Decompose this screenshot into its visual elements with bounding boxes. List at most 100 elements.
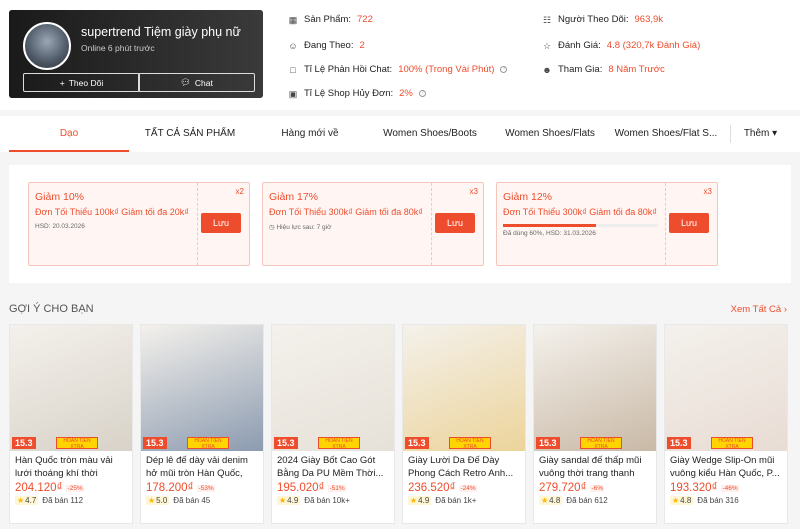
product-image[interactable]: 15.3 HOÀN TIỀN XTRA	[403, 325, 525, 451]
cart-icon: ▣	[288, 88, 298, 99]
sale-badge: 15.3	[536, 437, 560, 449]
product-name: Giày Lười Da Đế Dày Phong Cách Retro Anh…	[408, 455, 514, 479]
product-card[interactable]: 15.3 HOÀN TIỀN XTRA Giày sandal đế thấp …	[533, 324, 657, 524]
tab-new[interactable]: Hàng mới về	[260, 116, 360, 152]
rating: ★ 4.9	[277, 496, 301, 505]
person-icon: ☺	[288, 40, 298, 51]
follow-button[interactable]: + Theo Dõi	[23, 73, 140, 92]
sold-count: Đã bán 1k+	[435, 496, 477, 505]
tab-dao[interactable]: Dạo	[9, 116, 129, 152]
sold-count: Đã bán 612	[566, 496, 608, 505]
discount-badge: -46%	[721, 484, 739, 492]
shop-name: supertrend Tiệm giày phụ nữ	[81, 25, 241, 39]
discount-badge: -6%	[590, 484, 605, 492]
save-voucher-button[interactable]: Lưu	[435, 213, 475, 233]
chat-icon: □	[290, 64, 296, 75]
star-icon: ★	[410, 496, 418, 505]
product-image[interactable]: 15.3 HOÀN TIỀN XTRA	[141, 325, 263, 451]
person-add-icon: ☻	[542, 64, 552, 75]
rating: ★ 4.9	[408, 496, 432, 505]
product-name: 2024 Giày Bốt Cao Gót Bằng Da PU Mềm Thờ…	[277, 455, 384, 479]
product-card[interactable]: 15.3 HOÀN TIỀN XTRA Giày Wedge Slip-On m…	[664, 324, 788, 524]
tab-boots[interactable]: Women Shoes/Boots	[375, 116, 485, 152]
product-card[interactable]: 15.3 HOÀN TIỀN XTRA 2024 Giày Bốt Cao Gó…	[271, 324, 395, 524]
product-card[interactable]: 15.3 HOÀN TIỀN XTRA Giày Lười Da Đế Dày …	[402, 324, 526, 524]
voucher-card: Giảm 12% Đơn Tối Thiểu 300k₫ Giảm tối đa…	[496, 182, 718, 266]
tab-all-products[interactable]: TẤT CẢ SẢN PHẨM	[135, 116, 245, 152]
sold-count: Đã bán 316	[697, 496, 739, 505]
sold-count: Đã bán 112	[42, 496, 84, 505]
xtra-badge: HOÀN TIỀN XTRA	[711, 437, 753, 450]
usage-progress	[503, 224, 658, 227]
save-voucher-button[interactable]: Lưu	[669, 213, 709, 233]
product-card[interactable]: 15.3 HOÀN TIỀN XTRA Dép lê đế dày vải de…	[140, 324, 264, 524]
product-name: Giày sandal đế thấp mũi vuông thời trang…	[539, 455, 642, 479]
rating: ★ 4.8	[670, 496, 694, 505]
sold-count: Đã bán 45	[173, 496, 211, 505]
chat-icon: 💬︎	[180, 77, 191, 87]
rating: ★ 4.8	[539, 496, 563, 505]
stat-followers: ☷ Người Theo Dõi: 963,9k	[542, 14, 664, 25]
product-name: Hàn Quốc tròn màu vải lưới thoáng khí th…	[15, 455, 113, 479]
product-name: Giày Wedge Slip-On mũi vuông kiểu Hàn Qu…	[670, 455, 780, 479]
star-icon: ★	[148, 496, 156, 505]
product-image[interactable]: 15.3 HOÀN TIỀN XTRA	[534, 325, 656, 451]
more-dropdown[interactable]: Thêm ▾	[730, 125, 790, 143]
product-price: 279.720₫	[539, 482, 587, 494]
help-icon[interactable]: ?	[418, 90, 426, 97]
sale-badge: 15.3	[12, 437, 36, 449]
stat-chat-response: □ Tỉ Lệ Phản Hồi Chat: 100% (Trong Vài Phú…	[288, 64, 508, 75]
voucher-section: Giảm 10% Đơn Tối Thiểu 100k₫ Giảm tối đa…	[9, 165, 791, 283]
section-title: GỢI Ý CHO BẠN	[9, 303, 94, 315]
star-icon: ★	[17, 496, 25, 505]
online-status: Online 6 phút trước	[81, 43, 155, 53]
tab-flat-s[interactable]: Women Shoes/Flat S...	[612, 116, 720, 152]
xtra-badge: HOÀN TIỀN XTRA	[449, 437, 491, 450]
sale-badge: 15.3	[274, 437, 298, 449]
stat-following: ☺ Đang Theo: 2	[288, 40, 365, 51]
sale-badge: 15.3	[667, 437, 691, 449]
voucher-card: Giảm 17% Đơn Tối Thiểu 300k₫ Giảm tối đa…	[262, 182, 484, 266]
stat-cancel-rate: ▣ Tỉ Lệ Shop Hủy Đơn: 2%?	[288, 88, 426, 99]
xtra-badge: HOÀN TIỀN XTRA	[318, 437, 360, 450]
rating: ★ 4.7	[15, 496, 39, 505]
product-price: 236.520₫	[408, 482, 456, 494]
followers-icon: ☷	[542, 14, 552, 25]
star-icon: ★	[541, 496, 549, 505]
discount-badge: -24%	[459, 484, 477, 492]
product-card[interactable]: 15.3 HOÀN TIỀN XTRA Hàn Quốc tròn màu vả…	[9, 324, 133, 524]
store-icon: ▦	[288, 14, 298, 25]
product-price: 193.320₫	[670, 482, 718, 494]
chat-button[interactable]: 💬︎ Chat	[138, 73, 255, 92]
rating: ★ 5.0	[146, 496, 170, 505]
product-name: Dép lê đế dày vải denim hở mũi tròn Hàn …	[146, 455, 248, 479]
product-image[interactable]: 15.3 HOÀN TIỀN XTRA	[10, 325, 132, 451]
shop-card: supertrend Tiệm giày phụ nữ Online 6 phú…	[9, 10, 263, 98]
product-price: 178.200₫	[146, 482, 194, 494]
sale-badge: 15.3	[143, 437, 167, 449]
star-icon: ★	[672, 496, 680, 505]
save-voucher-button[interactable]: Lưu	[201, 213, 241, 233]
stat-joined: ☻ Tham Gia: 8 Năm Trước	[542, 64, 665, 75]
discount-badge: -51%	[328, 484, 346, 492]
product-price: 204.120₫	[15, 482, 63, 494]
plus-icon: +	[59, 77, 65, 88]
avatar[interactable]	[23, 22, 71, 70]
chevron-down-icon: ▾	[772, 128, 778, 139]
voucher-card: Giảm 10% Đơn Tối Thiểu 100k₫ Giảm tối đa…	[28, 182, 250, 266]
help-icon[interactable]: ?	[500, 66, 508, 73]
sold-count: Đã bán 10k+	[304, 496, 350, 505]
sale-badge: 15.3	[405, 437, 429, 449]
chevron-right-icon: ›	[783, 304, 787, 315]
product-image[interactable]: 15.3 HOÀN TIỀN XTRA	[272, 325, 394, 451]
shop-header: supertrend Tiệm giày phụ nữ Online 6 phú…	[0, 0, 800, 110]
discount-badge: -25%	[66, 484, 84, 492]
product-price: 195.020₫	[277, 482, 325, 494]
xtra-badge: HOÀN TIỀN XTRA	[187, 437, 229, 450]
product-image[interactable]: 15.3 HOÀN TIỀN XTRA	[665, 325, 787, 451]
discount-badge: -53%	[197, 484, 215, 492]
see-all-link[interactable]: Xem Tất Cả ›	[731, 304, 787, 315]
clock-icon: ◷	[269, 224, 275, 231]
xtra-badge: HOÀN TIỀN XTRA	[580, 437, 622, 450]
tab-flats[interactable]: Women Shoes/Flats	[495, 116, 605, 152]
